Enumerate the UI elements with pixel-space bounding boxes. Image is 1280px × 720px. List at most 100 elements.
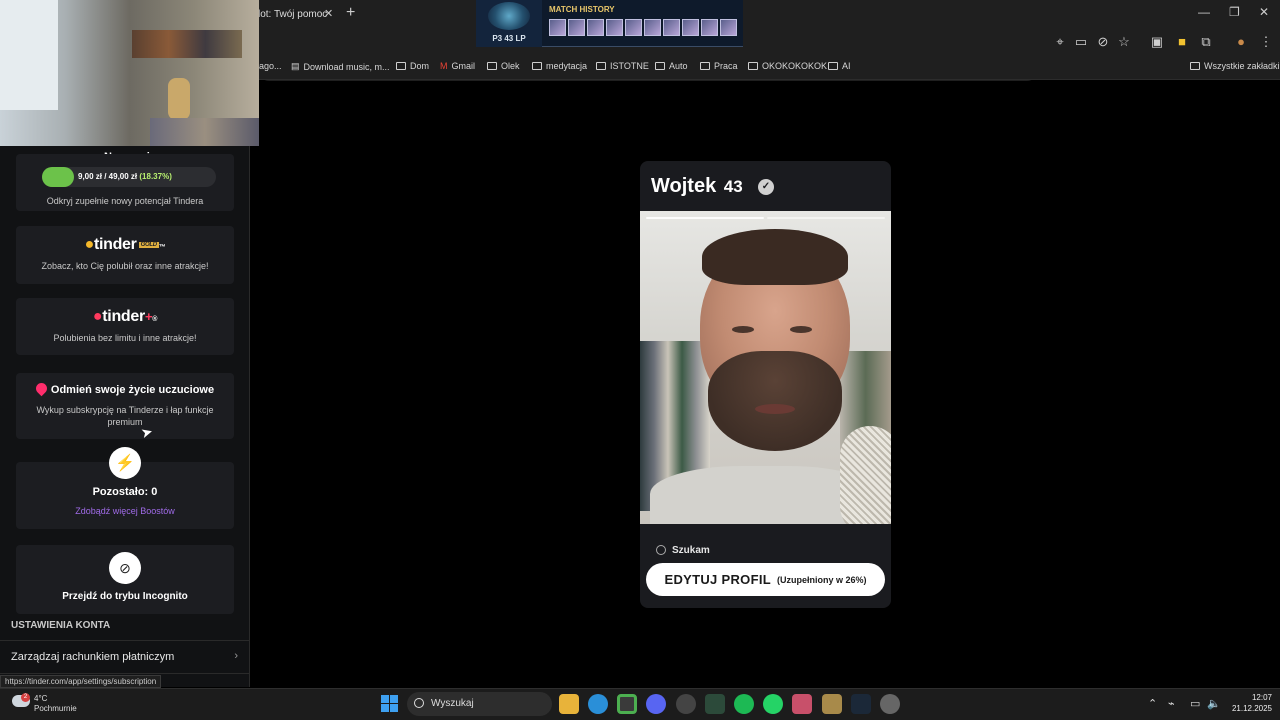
- chevron-right-icon: ›: [234, 650, 238, 662]
- profile-age: 43: [723, 177, 743, 196]
- flame-icon: ●: [84, 236, 95, 253]
- na-pensje-caption: Odkryj zupełnie nowy potencjał Tindera: [46, 196, 204, 206]
- close-window-icon[interactable]: ✕: [1259, 5, 1269, 19]
- match-history-game-icon: [644, 19, 661, 36]
- gold-caption: Zobacz, kto Cię polubił oraz inne atrakc…: [41, 261, 209, 271]
- github-icon[interactable]: [676, 694, 696, 714]
- weather-temp: 4°C: [34, 694, 48, 703]
- taskbar-search-placeholder: Wyszukaj: [431, 698, 474, 709]
- edit-profile-button[interactable]: EDYTUJ PROFIL (Uzupełniony w 26%): [646, 563, 885, 596]
- tab-title: lot: Twój pomoc: [258, 8, 328, 20]
- puzzle-icon[interactable]: ⧉: [1198, 34, 1214, 50]
- folder-icon: [596, 62, 606, 70]
- clock[interactable]: 12:07 21.12.2025: [1224, 692, 1272, 714]
- profile-photo[interactable]: [640, 211, 891, 524]
- premium-heading-text: Odmień swoje życie uczuciowe: [50, 384, 215, 396]
- riot-icon[interactable]: [822, 694, 842, 714]
- plus-logo-text: tinder: [102, 308, 145, 325]
- chrome-icon[interactable]: [617, 694, 637, 714]
- match-history-game-icon: [720, 19, 737, 36]
- incognito-card[interactable]: ⊘ Przejdź do trybu Incognito: [16, 545, 234, 614]
- bookmark-3[interactable]: M Gmail: [440, 61, 475, 71]
- tinder-gold-card[interactable]: ●tinder GOLD ™ Zobacz, kto Cię polubił ora…: [16, 226, 234, 284]
- webcam-window: [0, 0, 58, 110]
- folder-icon: [748, 62, 758, 70]
- hide-eye-icon[interactable]: ⊘: [1095, 34, 1111, 50]
- folder-icon: [1190, 62, 1200, 70]
- match-history-game-icon: [606, 19, 623, 36]
- weather-widget[interactable]: 2 4°C Pochmurnie: [12, 693, 92, 717]
- folder-icon: [487, 62, 497, 70]
- na-pensje-card[interactable]: tinder 9,00 zł / 49,00 zł (18.37%) Odkry…: [16, 154, 234, 211]
- league-client-icon[interactable]: [792, 694, 812, 714]
- bookmark-0[interactable]: ago...: [259, 61, 282, 71]
- get-boosts-link[interactable]: Zdobądź więcej Boostów: [16, 506, 234, 516]
- photo-hair: [702, 229, 848, 285]
- new-tab-icon[interactable]: +: [346, 4, 355, 22]
- progress-percent: (18.37%): [139, 172, 172, 181]
- flame-icon: ●: [92, 308, 103, 325]
- premium-heading: Odmień swoje życie uczuciowe: [16, 380, 234, 397]
- menu-dots-icon[interactable]: ⋮: [1258, 34, 1274, 50]
- bookmark-10[interactable]: AI: [828, 61, 851, 71]
- minimize-icon[interactable]: —: [1198, 5, 1210, 19]
- restore-icon[interactable]: ❐: [1229, 5, 1240, 19]
- cast-icon[interactable]: ▭: [1073, 34, 1089, 50]
- match-history-game-icon: [568, 19, 585, 36]
- clock-time: 12:07: [1251, 693, 1272, 702]
- tab-close-icon[interactable]: ✕: [324, 7, 333, 20]
- photo-mouth: [755, 404, 795, 414]
- match-history-game-icon: [701, 19, 718, 36]
- screen-share-icon[interactable]: ▣: [1149, 34, 1165, 50]
- manage-payment-row[interactable]: Zarządzaj rachunkiem płatniczym ›: [0, 640, 250, 674]
- app-icon[interactable]: [705, 694, 725, 714]
- avatar[interactable]: ●: [1233, 34, 1249, 49]
- edit-profile-status: (Uzupełniony w 26%): [776, 574, 867, 585]
- bookmark-label: Gmail: [451, 61, 476, 71]
- tinder-plus-card[interactable]: ●tinder+® Polubienia bez limitu i inne a…: [16, 298, 234, 355]
- webcam-overlay: [0, 0, 259, 146]
- volume-icon[interactable]: 🔈: [1207, 697, 1221, 710]
- spotify-icon[interactable]: [734, 694, 754, 714]
- bookmark-1[interactable]: ▤ Download music, m...: [291, 61, 390, 72]
- bookmark-7[interactable]: Auto: [655, 61, 688, 71]
- gmail-icon: M: [440, 61, 448, 71]
- display-icon[interactable]: ▭: [1190, 697, 1200, 710]
- folder-icon: [700, 62, 710, 70]
- star-icon[interactable]: ☆: [1116, 34, 1132, 50]
- bookmark-9[interactable]: OKOKOKOKOK: [748, 61, 827, 71]
- folder-icon: [396, 62, 406, 70]
- bookmark-label: OKOKOKOKOK: [762, 61, 828, 71]
- match-history-game-icon: [625, 19, 642, 36]
- photo-indicator-segment[interactable]: [646, 217, 764, 219]
- bookmark-label: Dom: [410, 61, 430, 71]
- match-history-game-icon: [663, 19, 680, 36]
- bolt-glyph: ⚡: [115, 455, 135, 472]
- edge-icon[interactable]: [588, 694, 608, 714]
- plus-caption: Polubienia bez limitu i inne atrakcje!: [53, 333, 197, 343]
- settings-gear-icon[interactable]: [880, 694, 900, 714]
- file-explorer-icon[interactable]: [559, 694, 579, 714]
- bookmark-4[interactable]: Olek: [487, 61, 520, 71]
- photo-indicator-segment[interactable]: [767, 217, 885, 219]
- rank-emblem-icon: [488, 2, 530, 30]
- bookmark-label: Download music, m...: [303, 61, 390, 72]
- bookmark-8[interactable]: Praca: [700, 61, 738, 71]
- discord-icon[interactable]: [646, 694, 666, 714]
- location-icon[interactable]: ⌖: [1052, 34, 1068, 50]
- premium-card[interactable]: Odmień swoje życie uczuciowe Wykup subsk…: [16, 373, 234, 439]
- network-icon[interactable]: ⌁: [1168, 697, 1175, 710]
- windows-start-icon[interactable]: [381, 695, 398, 712]
- taskbar-search[interactable]: [407, 692, 552, 716]
- seeking-label: Szukam: [672, 545, 710, 556]
- bookmark-6[interactable]: ISTOTNE: [596, 61, 649, 71]
- steam-icon[interactable]: [851, 694, 871, 714]
- match-history-games: [549, 19, 737, 36]
- bookmark-2[interactable]: Dom: [396, 61, 429, 71]
- extension-icon[interactable]: ■: [1174, 34, 1190, 49]
- whatsapp-icon[interactable]: [763, 694, 783, 714]
- profile-name-line: Wojtek 43: [651, 175, 743, 198]
- all-bookmarks[interactable]: Wszystkie zakładki: [1190, 61, 1280, 71]
- bookmark-5[interactable]: medytacja: [532, 61, 587, 71]
- chevron-up-icon[interactable]: ⌃: [1148, 697, 1157, 710]
